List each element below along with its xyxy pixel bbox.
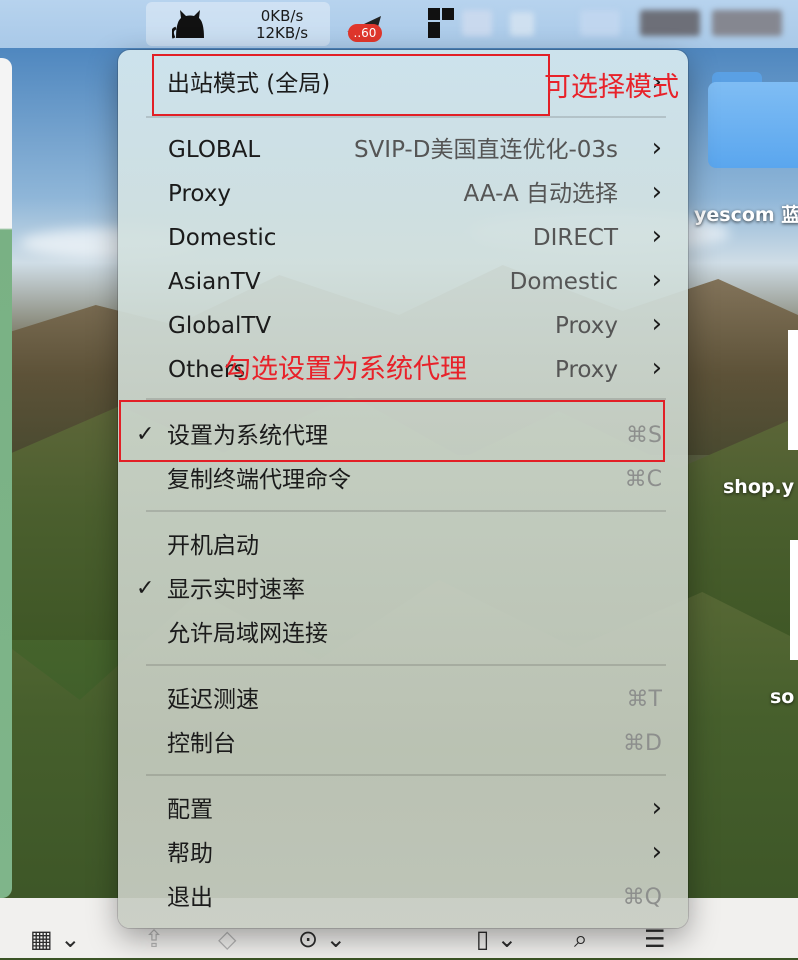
menu-item-label: 开机启动 — [167, 533, 259, 559]
view-grid-icon[interactable]: ▦ ⌄ — [30, 924, 80, 954]
desktop-item-thumbnail[interactable] — [790, 540, 798, 660]
group-selected-value: AA-A 自动选择 — [463, 181, 618, 207]
menu-item-copy-terminal-command[interactable]: 复制终端代理命令 ⌘C — [118, 458, 688, 502]
blurred-status-item[interactable] — [462, 10, 492, 36]
search-icon[interactable]: ⌕ — [574, 924, 587, 954]
annotation-box-mode — [152, 54, 550, 116]
menu-item-group-domestic[interactable]: Domestic DIRECT › — [118, 216, 688, 260]
chevron-right-icon: › — [651, 837, 662, 867]
device-icon[interactable]: ▯ ⌄ — [476, 924, 517, 954]
group-selected-value: DIRECT — [532, 225, 618, 251]
group-selected-value: Proxy — [554, 313, 618, 339]
group-name: Proxy — [168, 181, 232, 207]
folder-icon[interactable] — [706, 68, 798, 168]
menu-item-label: 延迟测速 — [167, 687, 259, 713]
chevron-right-icon: › — [651, 309, 662, 339]
share-icon[interactable]: ⇪ — [144, 924, 164, 954]
chevron-right-icon: › — [651, 793, 662, 823]
group-name: Domestic — [168, 225, 277, 251]
menu-item-allow-lan[interactable]: 允许局域网连接 — [118, 612, 688, 656]
annotation-note-mode: 可选择模式 — [544, 72, 679, 103]
upload-speed: 0KB/s — [260, 7, 304, 25]
checkmark-icon: ✓ — [136, 576, 155, 601]
group-selected-value: Domestic — [509, 269, 618, 295]
menu-bar: 0KB/s 12KB/s ..60 — [0, 0, 798, 48]
menu-separator — [146, 510, 666, 512]
menu-item-start-at-login[interactable]: 开机启动 — [118, 524, 688, 568]
cat-icon — [172, 10, 204, 39]
chevron-right-icon: › — [651, 353, 662, 383]
chevron-right-icon: › — [651, 177, 662, 207]
chevron-right-icon: › — [651, 221, 662, 251]
menu-item-label: 配置 — [167, 797, 213, 823]
group-selected-value: Proxy — [554, 357, 618, 383]
menu-separator — [146, 774, 666, 776]
keyboard-shortcut: ⌘Q — [622, 885, 662, 910]
annotation-note-system-proxy: 勾选设置为系统代理 — [224, 354, 467, 385]
desktop-item-label[interactable]: yescom 蓝 — [694, 200, 798, 227]
blurred-status-item[interactable] — [640, 10, 700, 36]
list-icon[interactable]: ☰ — [644, 924, 666, 954]
blurred-status-item[interactable] — [712, 10, 782, 36]
menu-item-group-proxy[interactable]: Proxy AA-A 自动选择 › — [118, 172, 688, 216]
keyboard-shortcut: ⌘D — [623, 731, 662, 756]
blurred-status-item[interactable] — [510, 12, 534, 36]
group-name: GLOBAL — [168, 137, 261, 163]
desktop-item-label[interactable]: so — [770, 686, 794, 708]
group-selected-value: SVIP-D美国直连优化-03s — [353, 137, 618, 163]
clashx-status-item[interactable]: 0KB/s 12KB/s — [146, 2, 330, 46]
blurred-status-item[interactable] — [580, 10, 620, 36]
desktop-item-thumbnail[interactable] — [788, 330, 798, 450]
menu-item-label: 复制终端代理命令 — [167, 467, 351, 493]
menu-item-label: 帮助 — [167, 841, 213, 867]
menu-item-latency-test[interactable]: 延迟测速 ⌘T — [118, 678, 688, 722]
menu-item-label: 显示实时速率 — [167, 577, 305, 603]
menu-item-label: 允许局域网连接 — [167, 621, 328, 647]
tag-icon[interactable]: ◇ — [218, 924, 236, 954]
menu-item-quit[interactable]: 退出 ⌘Q — [118, 876, 688, 920]
background-window-edge[interactable] — [0, 58, 12, 898]
menu-item-dashboard[interactable]: 控制台 ⌘D — [118, 722, 688, 766]
menu-item-group-global[interactable]: GLOBAL SVIP-D美国直连优化-03s › — [118, 128, 688, 172]
notification-badge: ..60 — [348, 24, 382, 42]
group-name: GlobalTV — [168, 313, 272, 339]
menu-item-group-globaltv[interactable]: GlobalTV Proxy › — [118, 304, 688, 348]
menu-item-label: 控制台 — [167, 731, 236, 757]
more-icon[interactable]: ⊙ ⌄ — [298, 924, 346, 954]
menu-separator — [146, 664, 666, 666]
annotation-box-system-proxy — [119, 400, 665, 462]
chevron-right-icon: › — [651, 265, 662, 295]
group-name: AsianTV — [168, 269, 261, 295]
menu-item-config[interactable]: 配置 › — [118, 788, 688, 832]
desktop-item-label[interactable]: shop.y — [723, 476, 794, 498]
grid-icon[interactable] — [428, 8, 454, 38]
menu-item-label: 退出 — [167, 885, 213, 911]
clashx-menu: 出站模式 (全局) › GLOBAL SVIP-D美国直连优化-03s › Pr… — [118, 50, 688, 928]
keyboard-shortcut: ⌘T — [626, 687, 662, 712]
menu-item-group-asiantv[interactable]: AsianTV Domestic › — [118, 260, 688, 304]
network-speed: 0KB/s 12KB/s — [244, 8, 320, 42]
chevron-right-icon: › — [651, 133, 662, 163]
menu-item-help[interactable]: 帮助 › — [118, 832, 688, 876]
menu-item-show-speed[interactable]: ✓ 显示实时速率 — [118, 568, 688, 612]
keyboard-shortcut: ⌘C — [624, 467, 662, 492]
menu-separator — [146, 116, 666, 118]
download-speed: 12KB/s — [255, 24, 309, 42]
